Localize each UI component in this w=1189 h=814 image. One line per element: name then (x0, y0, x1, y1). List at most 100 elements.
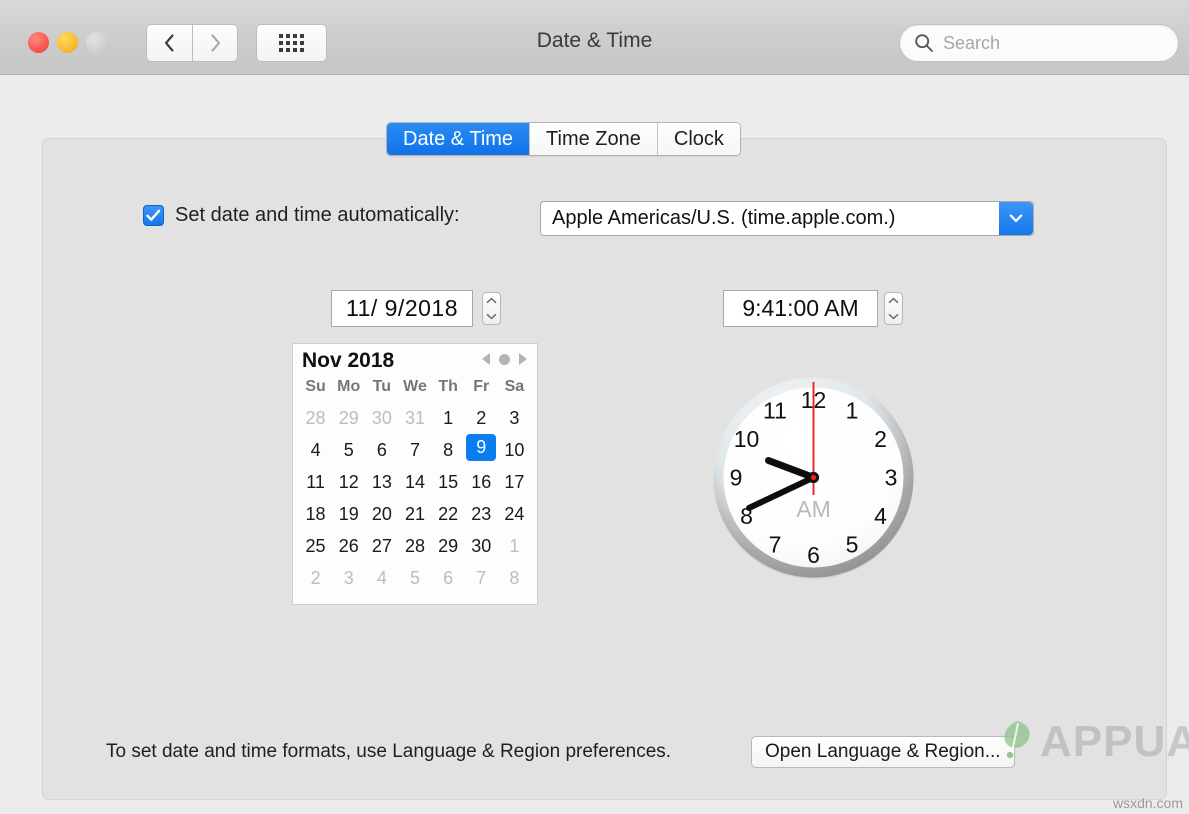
calendar-day[interactable]: 30 (465, 530, 498, 562)
calendar-month-year: Nov 2018 (302, 348, 395, 372)
popup-arrow-container[interactable] (999, 202, 1033, 235)
calendar-day-selected[interactable]: 9 (466, 434, 497, 461)
calendar-day[interactable]: 28 (398, 530, 431, 562)
time-server-popup-button[interactable]: Apple Americas/U.S. (time.apple.com.) (540, 201, 1034, 236)
calendar-day[interactable]: 6 (432, 562, 465, 594)
calendar-day[interactable]: 3 (332, 562, 365, 594)
tab-clock[interactable]: Clock (657, 123, 740, 155)
time-stepper[interactable] (884, 292, 903, 325)
calendar-day[interactable]: 1 (498, 530, 531, 562)
stepper-up-icon[interactable] (888, 297, 899, 304)
date-input-field[interactable]: 11/ 9/2018 (331, 290, 473, 327)
calendar-day[interactable]: 14 (398, 466, 431, 498)
search-input[interactable] (943, 32, 1153, 54)
calendar-day-grid: 28 29 30 31 1 2 3 4 5 6 7 8 9 10 11 12 13 14 15 16 17 18 19 20 2… (293, 402, 537, 594)
calendar-day-header: Th (438, 378, 458, 395)
calendar-day[interactable]: 19 (332, 498, 365, 530)
calendar-day[interactable]: 15 (432, 466, 465, 498)
search-field[interactable] (899, 24, 1179, 62)
checkmark-icon (146, 209, 161, 221)
tab-time-zone[interactable]: Time Zone (530, 123, 658, 155)
set-automatically-label: Set date and time automatically: (175, 204, 460, 226)
triangle-right-icon[interactable] (519, 353, 527, 365)
calendar-day[interactable]: 4 (299, 434, 332, 466)
preferences-content-panel (42, 138, 1167, 800)
calendar-day[interactable]: 3 (498, 402, 531, 434)
calendar-day[interactable]: 23 (465, 498, 498, 530)
set-automatically-row: Set date and time automatically: (143, 204, 460, 227)
calendar-day-header: Tu (372, 378, 392, 395)
calendar-day[interactable]: 8 (432, 434, 465, 466)
calendar-day-header: We (403, 378, 427, 395)
svg-text:4: 4 (874, 503, 887, 529)
clock-center-pin (810, 474, 817, 481)
calendar-day[interactable]: 12 (332, 466, 365, 498)
svg-text:1: 1 (846, 398, 859, 424)
time-value: 9:41:00 AM (742, 295, 859, 321)
stepper-down-icon[interactable] (486, 313, 497, 320)
date-picker-calendar[interactable]: Nov 2018 Su Mo Tu We Th Fr Sa 28 29 30 31 1 2… (292, 343, 538, 605)
calendar-day[interactable]: 22 (432, 498, 465, 530)
calendar-day[interactable]: 24 (498, 498, 531, 530)
calendar-day[interactable]: 6 (365, 434, 398, 466)
calendar-day[interactable]: 26 (332, 530, 365, 562)
calendar-day-header: Sa (504, 378, 525, 395)
system-preferences-window: Date & Time Date & Time Time Zone Clock … (0, 0, 1189, 814)
time-input-field[interactable]: 9:41:00 AM (723, 290, 878, 327)
calendar-day[interactable]: 21 (398, 498, 431, 530)
calendar-day[interactable]: 8 (498, 562, 531, 594)
time-server-value: Apple Americas/U.S. (time.apple.com.) (552, 207, 896, 229)
set-automatically-checkbox[interactable] (143, 205, 164, 226)
search-icon (915, 34, 933, 52)
calendar-day[interactable]: 1 (432, 402, 465, 434)
calendar-day[interactable]: 16 (465, 466, 498, 498)
calendar-day[interactable]: 31 (398, 402, 431, 434)
calendar-day[interactable]: 29 (332, 402, 365, 434)
date-value: 11/ 9/2018 (345, 295, 458, 321)
calendar-day[interactable]: 10 (498, 434, 531, 466)
stepper-down-icon[interactable] (888, 313, 899, 320)
stepper-up-icon[interactable] (486, 297, 497, 304)
date-stepper[interactable] (482, 292, 501, 325)
calendar-day[interactable]: 4 (365, 562, 398, 594)
calendar-day[interactable]: 7 (465, 562, 498, 594)
tab-bar: Date & Time Time Zone Clock (386, 122, 741, 156)
calendar-day[interactable]: 5 (398, 562, 431, 594)
calendar-day[interactable]: 20 (365, 498, 398, 530)
window-titlebar: Date & Time (0, 0, 1189, 75)
calendar-day[interactable]: 27 (365, 530, 398, 562)
calendar-day-headers: Su Mo Tu We Th Fr Sa (293, 377, 537, 402)
calendar-day[interactable]: 18 (299, 498, 332, 530)
svg-text:7: 7 (769, 532, 782, 558)
site-credit: wsxdn.com (1112, 795, 1183, 811)
analog-clock: 12 1 2 3 4 5 6 7 8 9 10 11 AM (709, 373, 918, 582)
calendar-day[interactable]: 30 (365, 402, 398, 434)
calendar-day[interactable]: 7 (398, 434, 431, 466)
calendar-day-header: Mo (337, 378, 361, 395)
calendar-day[interactable]: 2 (465, 402, 498, 434)
svg-text:3: 3 (885, 465, 898, 491)
calendar-day[interactable]: 17 (498, 466, 531, 498)
svg-text:10: 10 (734, 426, 760, 452)
triangle-left-icon[interactable] (482, 353, 490, 365)
calendar-header: Nov 2018 (293, 344, 537, 377)
calendar-day[interactable]: 13 (365, 466, 398, 498)
calendar-day-header: Fr (473, 378, 490, 395)
dot-icon[interactable] (499, 353, 510, 365)
footer-help-text: To set date and time formats, use Langua… (106, 741, 672, 762)
chevron-down-icon (1009, 214, 1023, 223)
analog-clock-face: 12 1 2 3 4 5 6 7 8 9 10 11 AM (713, 377, 914, 579)
calendar-day[interactable]: 25 (299, 530, 332, 562)
calendar-day[interactable]: 2 (299, 562, 332, 594)
calendar-day[interactable]: 11 (299, 466, 332, 498)
tab-date-time[interactable]: Date & Time (387, 123, 531, 155)
svg-text:6: 6 (807, 542, 820, 568)
svg-text:2: 2 (874, 426, 887, 452)
calendar-day[interactable]: 28 (299, 402, 332, 434)
calendar-day[interactable]: 29 (432, 530, 465, 562)
open-language-region-button[interactable]: Open Language & Region... (751, 736, 1015, 768)
calendar-day-header: Su (305, 378, 326, 395)
calendar-day[interactable]: 5 (332, 434, 365, 466)
clock-meridiem-label: AM (796, 496, 831, 522)
svg-text:5: 5 (846, 532, 859, 558)
